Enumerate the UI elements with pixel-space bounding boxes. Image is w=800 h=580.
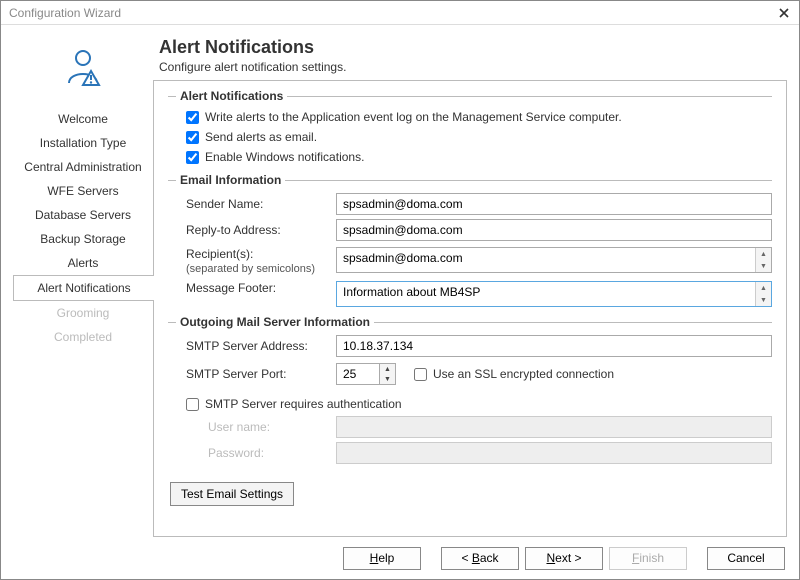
checkbox-write-log-input[interactable] xyxy=(186,111,199,124)
page-header: Alert Notifications Configure alert noti… xyxy=(153,33,787,80)
input-smtp-address[interactable] xyxy=(336,335,772,357)
close-button[interactable] xyxy=(773,4,795,22)
checkbox-smtp-auth-input[interactable] xyxy=(186,398,199,411)
main-panel: Alert Notifications Configure alert noti… xyxy=(153,33,787,537)
group-title-alerts: Alert Notifications xyxy=(180,89,283,103)
close-icon xyxy=(779,8,789,18)
nav-item-installation-type[interactable]: Installation Type xyxy=(13,131,153,155)
checkbox-send-email-input[interactable] xyxy=(186,131,199,144)
checkbox-smtp-auth-label: SMTP Server requires authentication xyxy=(205,397,402,411)
input-username xyxy=(336,416,772,438)
chevron-down-icon: ▼ xyxy=(756,294,771,306)
label-smtp-address: SMTP Server Address: xyxy=(186,339,336,353)
nav-item-central-administration[interactable]: Central Administration xyxy=(13,155,153,179)
page-title: Alert Notifications xyxy=(159,37,787,58)
back-button[interactable]: < Back xyxy=(441,547,519,570)
titlebar: Configuration Wizard xyxy=(1,1,799,25)
input-password xyxy=(336,442,772,464)
test-email-button[interactable]: Test Email Settings xyxy=(170,482,294,506)
nav-item-database-servers[interactable]: Database Servers xyxy=(13,203,153,227)
input-sender-name[interactable] xyxy=(336,193,772,215)
chevron-down-icon: ▼ xyxy=(380,374,395,384)
checkbox-windows-notif-input[interactable] xyxy=(186,151,199,164)
nav-item-alerts[interactable]: Alerts xyxy=(13,251,153,275)
label-password: Password: xyxy=(208,446,336,460)
group-alert-notifications: Alert Notifications Write alerts to the … xyxy=(168,89,772,167)
wizard-icon xyxy=(61,45,105,89)
page-subtitle: Configure alert notification settings. xyxy=(159,60,787,74)
nav-item-backup-storage[interactable]: Backup Storage xyxy=(13,227,153,251)
nav-item-wfe-servers[interactable]: WFE Servers xyxy=(13,179,153,203)
label-smtp-port: SMTP Server Port: xyxy=(186,367,336,381)
input-smtp-port-wrap: ▲▼ xyxy=(336,363,396,385)
group-email-info: Email Information Sender Name: Reply-to … xyxy=(168,173,772,309)
checkbox-send-email[interactable]: Send alerts as email. xyxy=(168,127,772,147)
chevron-up-icon: ▲ xyxy=(756,282,771,294)
nav-item-welcome[interactable]: Welcome xyxy=(13,107,153,131)
footer-scroll[interactable]: ▲▼ xyxy=(755,282,771,306)
input-recipients-wrap: ▲▼ xyxy=(336,247,772,273)
input-reply-to[interactable] xyxy=(336,219,772,241)
nav-item-alert-notifications[interactable]: Alert Notifications xyxy=(13,275,154,301)
checkbox-windows-notif[interactable]: Enable Windows notifications. xyxy=(168,147,772,167)
checkbox-windows-notif-label: Enable Windows notifications. xyxy=(205,150,364,164)
next-button[interactable]: Next > xyxy=(525,547,603,570)
window-title: Configuration Wizard xyxy=(9,6,121,20)
form-panel: Alert Notifications Write alerts to the … xyxy=(153,80,787,537)
nav-item-completed: Completed xyxy=(13,325,153,349)
content-area: WelcomeInstallation TypeCentral Administ… xyxy=(1,25,799,537)
checkbox-ssl-input[interactable] xyxy=(414,368,427,381)
group-title-smtp: Outgoing Mail Server Information xyxy=(180,315,370,329)
help-button[interactable]: Help xyxy=(343,547,421,570)
chevron-up-icon: ▲ xyxy=(380,364,395,374)
checkbox-smtp-auth[interactable]: SMTP Server requires authentication xyxy=(168,389,772,414)
group-title-email: Email Information xyxy=(180,173,281,187)
checkbox-write-log-label: Write alerts to the Application event lo… xyxy=(205,110,622,124)
label-reply-to: Reply-to Address: xyxy=(186,223,336,237)
footer: Help < Back Next > Finish Cancel xyxy=(1,537,799,579)
input-recipients[interactable] xyxy=(337,248,755,272)
input-message-footer[interactable] xyxy=(337,282,755,306)
checkbox-send-email-label: Send alerts as email. xyxy=(205,130,317,144)
label-message-footer: Message Footer: xyxy=(186,281,336,295)
nav-item-grooming: Grooming xyxy=(13,301,153,325)
sidebar: WelcomeInstallation TypeCentral Administ… xyxy=(13,33,153,537)
chevron-up-icon: ▲ xyxy=(756,248,771,260)
cancel-button[interactable]: Cancel xyxy=(707,547,785,570)
group-smtp: Outgoing Mail Server Information SMTP Se… xyxy=(168,315,772,466)
chevron-down-icon: ▼ xyxy=(756,260,771,272)
finish-button: Finish xyxy=(609,547,687,570)
label-sender-name: Sender Name: xyxy=(186,197,336,211)
recipients-scroll[interactable]: ▲▼ xyxy=(755,248,771,272)
input-smtp-port[interactable] xyxy=(337,364,379,384)
wizard-window: Configuration Wizard WelcomeInstallation… xyxy=(0,0,800,580)
checkbox-write-log[interactable]: Write alerts to the Application event lo… xyxy=(168,107,772,127)
checkbox-ssl[interactable]: Use an SSL encrypted connection xyxy=(414,367,614,381)
port-spinner[interactable]: ▲▼ xyxy=(379,364,395,384)
label-username: User name: xyxy=(208,420,336,434)
label-recipients: Recipient(s): (separated by semicolons) xyxy=(186,247,336,275)
checkbox-ssl-label: Use an SSL encrypted connection xyxy=(433,367,614,381)
input-message-footer-wrap: ▲▼ xyxy=(336,281,772,307)
